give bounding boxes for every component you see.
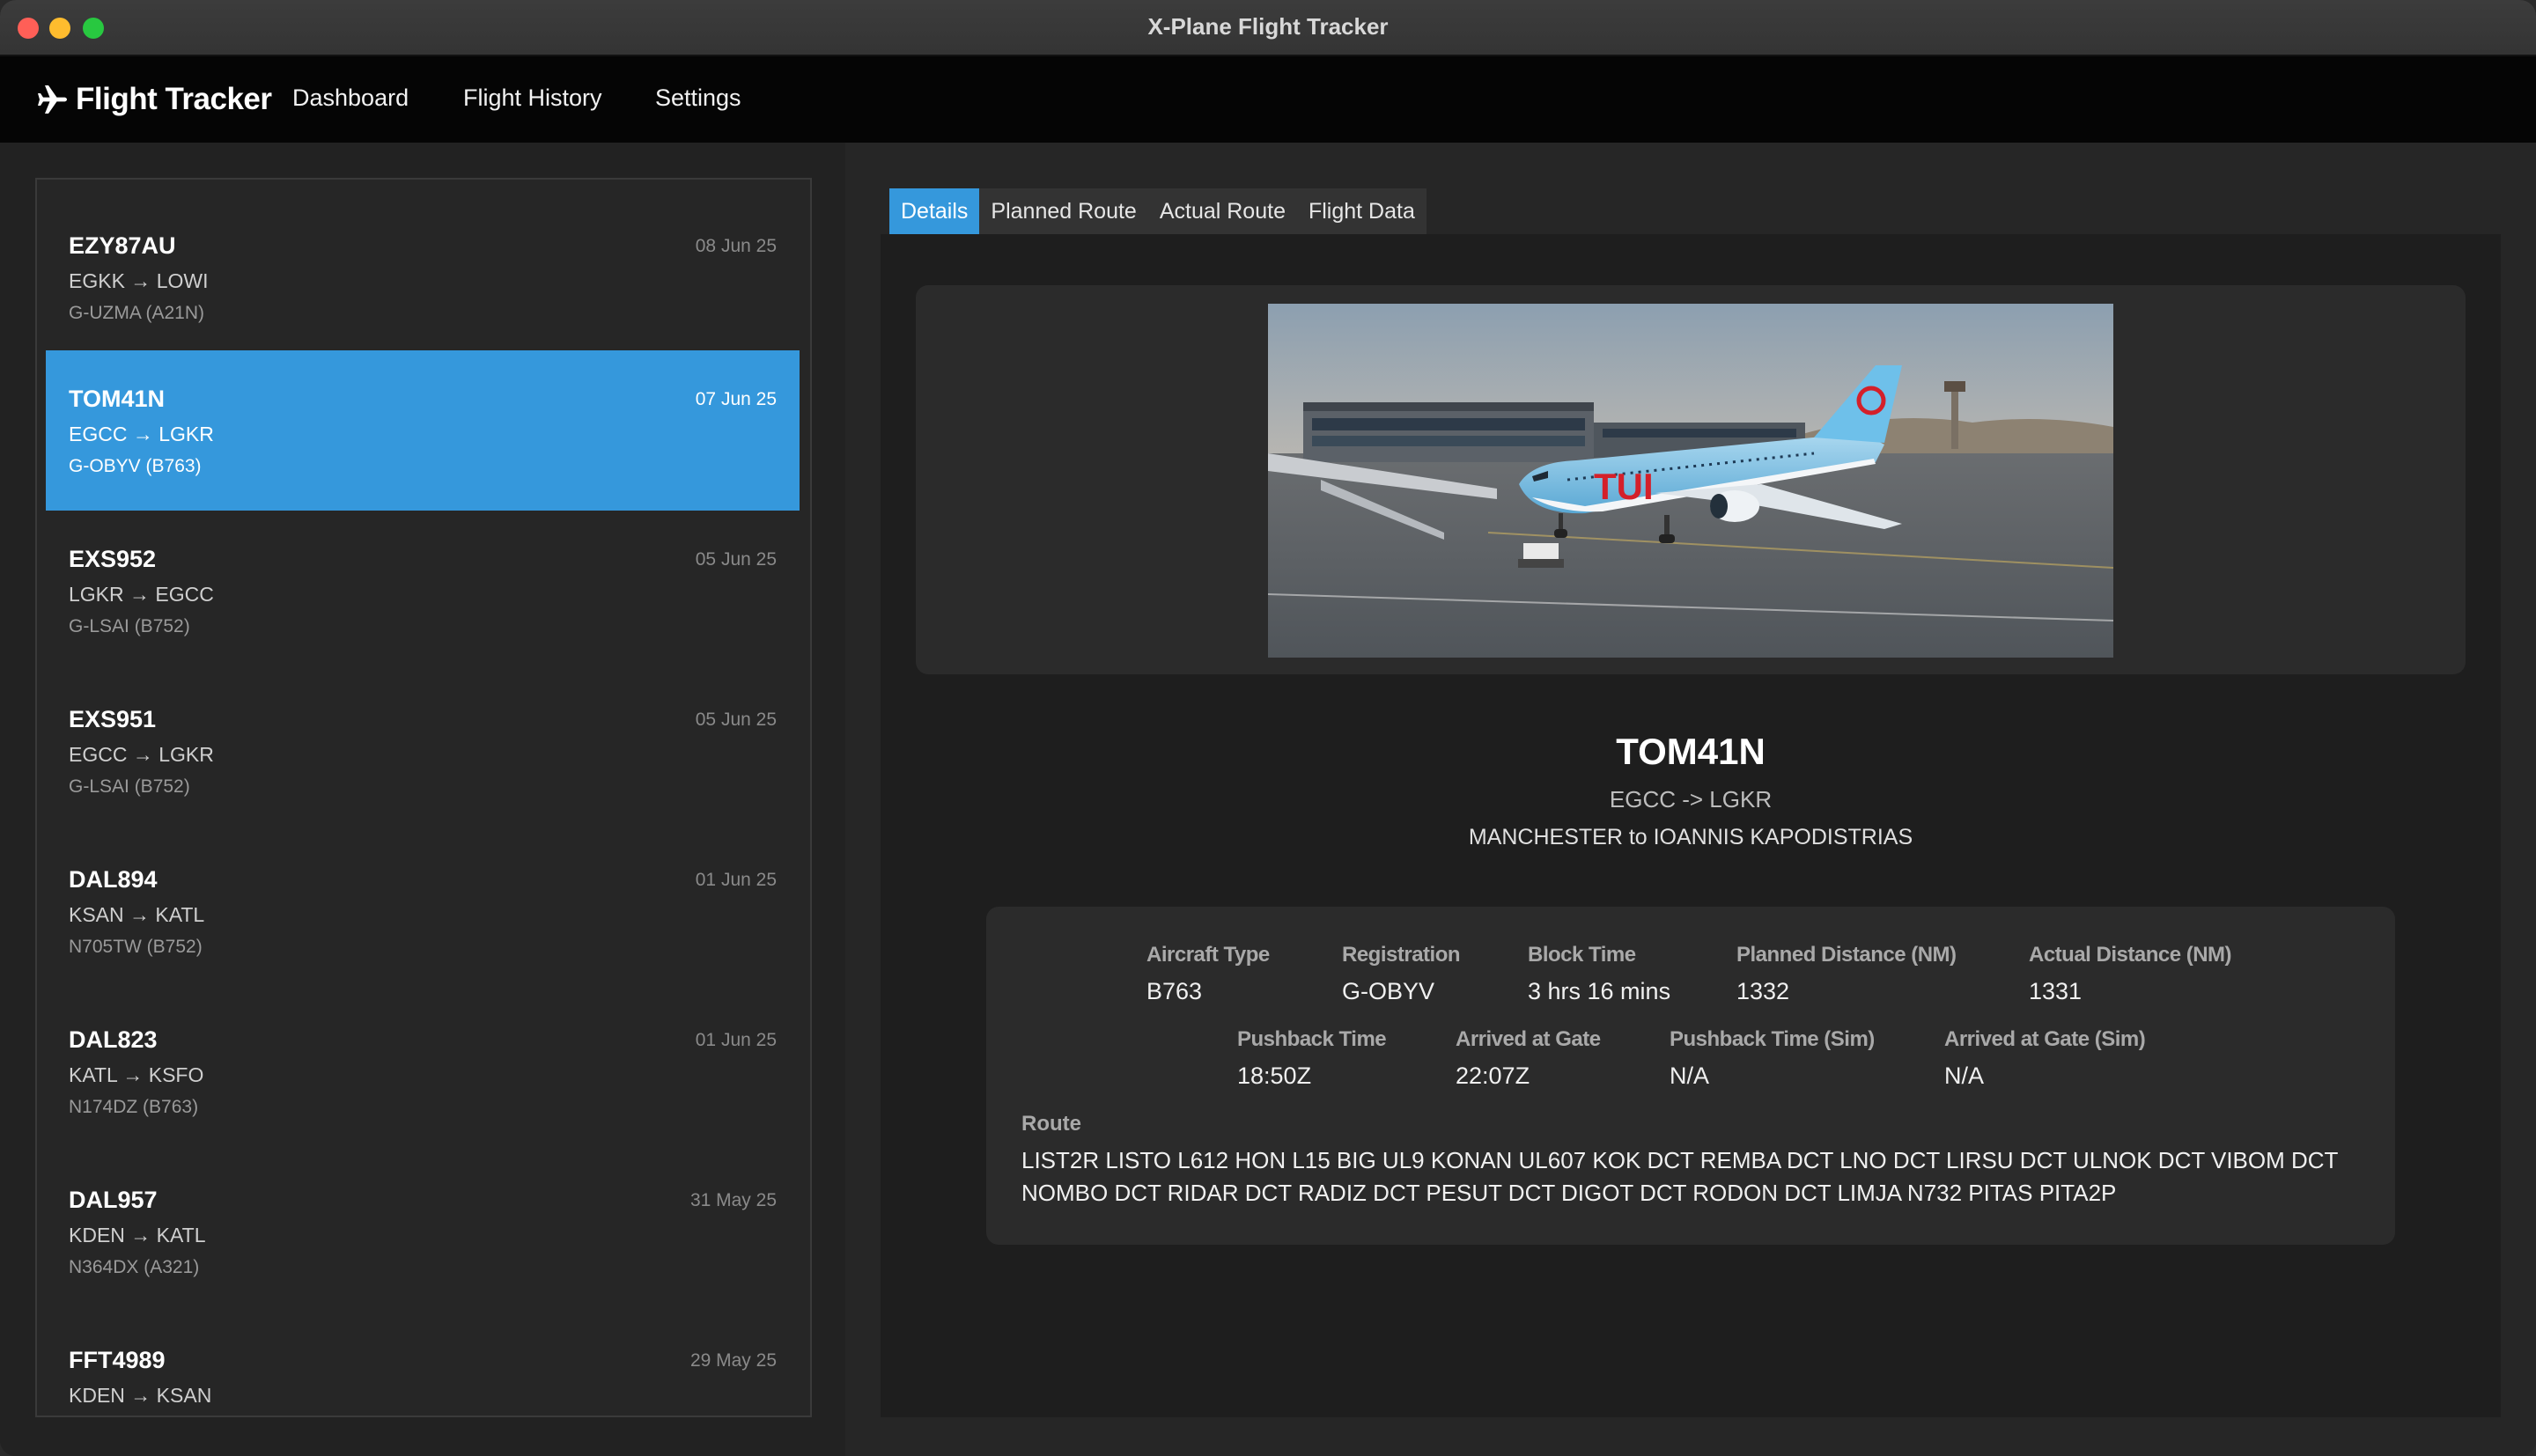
- nav-flight-history[interactable]: Flight History: [463, 85, 602, 112]
- stat-value: G-OBYV: [1342, 978, 1435, 1004]
- app-window: X-Plane Flight Tracker Flight Tracker Da…: [0, 0, 2536, 1456]
- stat-label: Actual Distance (NM): [2029, 943, 2232, 967]
- flight-list-item[interactable]: EXS951 05 Jun 25 EGCC → LGKR G-LSAI (B75…: [46, 671, 800, 831]
- flight-date: 01 Jun 25: [695, 1030, 777, 1050]
- stat-arrived-at-gate-sim: Arrived at Gate (Sim) N/A: [1944, 1027, 2146, 1090]
- tab-actual-route[interactable]: Actual Route: [1148, 188, 1297, 234]
- flight-registration: G-OBYV (B763): [69, 456, 202, 476]
- flight-date: 05 Jun 25: [695, 549, 777, 570]
- flight-date: 01 Jun 25: [695, 870, 777, 890]
- tab-flight-data[interactable]: Flight Data: [1297, 188, 1426, 234]
- flight-route: LGKR → EGCC: [69, 583, 214, 606]
- flight-registration: G-LSAI (B752): [69, 776, 190, 797]
- flight-callsign: DAL823: [69, 1026, 158, 1053]
- stat-value: 22:07Z: [1456, 1063, 1530, 1089]
- flight-registration: G-LSAI (B752): [69, 616, 190, 636]
- flight-list-item[interactable]: EZY87AU 08 Jun 25 EGKK → LOWI G-UZMA (A2…: [46, 197, 800, 357]
- brand-logo[interactable]: Flight Tracker: [35, 80, 272, 119]
- flight-callsign: EXS952: [69, 546, 157, 572]
- flight-route: KDEN → KSAN: [69, 1384, 212, 1407]
- stat-value: 3 hrs 16 mins: [1528, 978, 1671, 1004]
- tab-planned-route[interactable]: Planned Route: [979, 188, 1147, 234]
- airplane-icon: [38, 85, 67, 114]
- flight-route: EGCC → LGKR: [69, 423, 214, 445]
- flight-callsign: DAL957: [69, 1187, 158, 1213]
- stat-arrived-at-gate: Arrived at Gate 22:07Z: [1456, 1027, 1601, 1090]
- stat-label: Planned Distance (NM): [1736, 943, 1957, 967]
- flight-title: TOM41N: [1616, 731, 1766, 772]
- route-label: Route: [1021, 1112, 1081, 1136]
- stat-registration: Registration G-OBYV: [1342, 943, 1461, 1005]
- stat-label: Aircraft Type: [1146, 943, 1270, 967]
- flight-date: 31 May 25: [689, 1190, 777, 1210]
- stat-value: 18:50Z: [1237, 1063, 1312, 1089]
- flight-route-summary: EGCC -> LGKR: [1609, 786, 1773, 813]
- stat-value: B763: [1146, 978, 1203, 1004]
- stat-label: Arrived at Gate: [1456, 1027, 1601, 1051]
- flight-route: KSAN → KATL: [69, 903, 205, 926]
- app-header: Flight Tracker Dashboard Flight History …: [0, 56, 2536, 143]
- route-string: LIST2R LISTO L612 HON L15 BIG UL9 KONAN …: [1021, 1147, 2338, 1206]
- stat-label: Block Time: [1528, 943, 1636, 967]
- stat-value: 1331: [2029, 978, 2083, 1004]
- flight-registration: N174DZ (B763): [69, 1097, 199, 1117]
- flight-list-item[interactable]: FFT4989 29 May 25 KDEN → KSAN: [46, 1312, 800, 1416]
- flight-callsign: FFT4989: [69, 1347, 166, 1373]
- stat-label: Arrived at Gate (Sim): [1944, 1027, 2146, 1051]
- flight-date: 29 May 25: [689, 1350, 777, 1371]
- flight-route: KDEN → KATL: [69, 1224, 206, 1246]
- nav-dashboard[interactable]: Dashboard: [292, 85, 409, 112]
- stat-label: Pushback Time: [1237, 1027, 1387, 1051]
- flight-list-item[interactable]: DAL894 01 Jun 25 KSAN → KATL N705TW (B75…: [46, 831, 800, 991]
- flight-list[interactable]: EZY87AU 08 Jun 25 EGKK → LOWI G-UZMA (A2…: [35, 178, 812, 1417]
- flight-date: 07 Jun 25: [695, 389, 777, 409]
- flight-registration: N364DX (A321): [69, 1257, 200, 1277]
- stat-block-time: Block Time 3 hrs 16 mins: [1528, 943, 1670, 1005]
- stat-pushback-time-sim: Pushback Time (Sim) N/A: [1670, 1027, 1875, 1090]
- flight-description: MANCHESTER to IOANNIS KAPODISTRIAS: [1468, 825, 1913, 849]
- nav-settings[interactable]: Settings: [655, 85, 741, 112]
- stat-aircraft-type: Aircraft Type B763: [1146, 943, 1270, 1005]
- flight-route: EGCC → LGKR: [69, 743, 214, 766]
- flight-list-item[interactable]: EXS952 05 Jun 25 LGKR → EGCC G-LSAI (B75…: [46, 511, 800, 671]
- flight-callsign: DAL894: [69, 866, 158, 893]
- stat-value: 1332: [1736, 978, 1790, 1004]
- flight-callsign: EXS951: [69, 706, 157, 732]
- flight-date: 05 Jun 25: [695, 710, 777, 730]
- brand-name: Flight Tracker: [76, 82, 272, 116]
- livery-text: TUI: [1594, 466, 1654, 507]
- flight-callsign: TOM41N: [69, 386, 166, 412]
- title-bar: X-Plane Flight Tracker: [0, 0, 2536, 56]
- flight-callsign: EZY87AU: [69, 232, 176, 259]
- flight-route: KATL → KSFO: [69, 1063, 204, 1086]
- stat-planned-distance: Planned Distance (NM) 1332: [1736, 943, 1957, 1005]
- stat-actual-distance: Actual Distance (NM) 1331: [2029, 943, 2232, 1005]
- flight-registration: G-UZMA (A21N): [69, 303, 205, 323]
- stat-value: N/A: [1944, 1063, 1985, 1089]
- flight-list-item-selected[interactable]: TOM41N 07 Jun 25 EGCC → LGKR G-OBYV (B76…: [46, 350, 800, 511]
- flight-registration: N705TW (B752): [69, 937, 203, 957]
- stat-label: Pushback Time (Sim): [1670, 1027, 1875, 1051]
- stat-value: N/A: [1670, 1063, 1710, 1089]
- flight-date: 08 Jun 25: [695, 236, 777, 256]
- tab-details[interactable]: Details: [889, 188, 980, 234]
- stat-pushback-time: Pushback Time 18:50Z: [1237, 1027, 1387, 1090]
- aircraft-photo: TUI: [1268, 304, 2113, 658]
- window-title: X-Plane Flight Tracker: [1147, 13, 1389, 40]
- flight-list-item[interactable]: DAL823 01 Jun 25 KATL → KSFO N174DZ (B76…: [46, 991, 800, 1151]
- flight-list-item[interactable]: DAL957 31 May 25 KDEN → KATL N364DX (A32…: [46, 1151, 800, 1312]
- stat-label: Registration: [1342, 943, 1461, 967]
- flight-route: EGKK → LOWI: [69, 269, 209, 292]
- detail-tabs: Details Planned Route Actual Route Fligh…: [889, 188, 1426, 234]
